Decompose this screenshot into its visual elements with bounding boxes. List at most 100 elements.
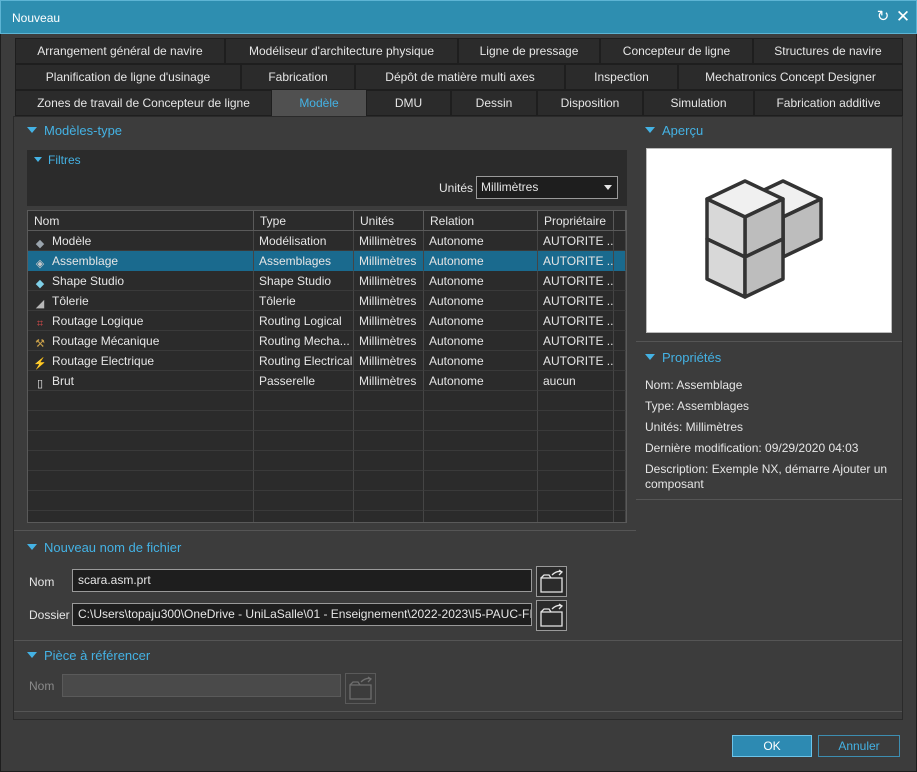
open-folder-icon: [540, 603, 564, 627]
reference-part-section-header[interactable]: Pièce à référencer: [27, 648, 150, 663]
table-row[interactable]: ⚡ Routage Electrique Routing Electrical Mil…: [28, 351, 626, 371]
tab-mechatronics[interactable]: Mechatronics Concept Designer: [678, 64, 903, 90]
property-description: Description: Exemple NX, démarre Ajouter…: [645, 462, 888, 491]
divider: [14, 711, 902, 712]
column-header-type[interactable]: Type: [254, 211, 354, 231]
sheet-metal-icon: ◢: [35, 298, 45, 310]
table-row[interactable]: ◈ Assemblage Assemblages Millimètres Autonom…: [28, 251, 626, 271]
empty-cell: [354, 431, 424, 451]
empty-cell: [254, 411, 354, 431]
reference-name-input[interactable]: [62, 674, 341, 697]
cell-type: Passerelle: [254, 371, 354, 391]
cell-name: ⌗ Routage Logique: [28, 311, 254, 331]
template-name: Modèle: [52, 234, 92, 248]
table-row[interactable]: ⌗ Routage Logique Routing Logical Millimètr…: [28, 311, 626, 331]
model-icon: ◆: [35, 238, 45, 250]
cell-units: Millimètres: [354, 351, 424, 371]
assembly-cubes-icon: [705, 179, 823, 299]
preview-section-header[interactable]: Aperçu: [645, 123, 703, 138]
empty-cell: [538, 471, 614, 491]
tab-zones-travail[interactable]: Zones de travail de Concepteur de ligne: [15, 90, 272, 116]
new-filename-section-header[interactable]: Nouveau nom de fichier: [27, 540, 181, 555]
divider: [636, 499, 902, 500]
empty-cell: [614, 391, 626, 411]
cell-owner: aucun: [538, 371, 614, 391]
tab-modele[interactable]: Modèle: [272, 90, 366, 116]
divider: [636, 341, 902, 342]
table-row[interactable]: ◆ Modèle Modélisation Millimètres Autonome AU…: [28, 231, 626, 251]
cell-relation: Autonome: [424, 231, 538, 251]
tab-inspection[interactable]: Inspection: [565, 64, 678, 90]
properties-section-header[interactable]: Propriétés: [645, 350, 721, 365]
ok-button[interactable]: OK: [732, 735, 812, 757]
tab-simulation[interactable]: Simulation: [643, 90, 754, 116]
template-name: Tôlerie: [52, 294, 89, 308]
empty-cell: [538, 511, 614, 522]
tab-dmu[interactable]: DMU: [366, 90, 451, 116]
browse-reference-button[interactable]: [345, 673, 376, 704]
filters-header[interactable]: Filtres: [34, 153, 81, 167]
empty-cell: [614, 431, 626, 451]
collapse-triangle-icon: [645, 354, 655, 360]
cell-units: Millimètres: [354, 271, 424, 291]
table-row[interactable]: ◢ Tôlerie Tôlerie Millimètres Autonome AUTORI…: [28, 291, 626, 311]
table-row[interactable]: ◆ Shape Studio Shape Studio Millimètres Auto…: [28, 271, 626, 291]
empty-cell: [28, 511, 254, 522]
cell-filler: [614, 291, 626, 311]
tab-disposition[interactable]: Disposition: [537, 90, 643, 116]
column-header-filler: [614, 211, 626, 231]
tab-ligne-pressage[interactable]: Ligne de pressage: [458, 38, 600, 64]
template-name: Routage Logique: [52, 314, 144, 328]
empty-cell: [28, 471, 254, 491]
cell-name: ⚒ Routage Mécanique: [28, 331, 254, 351]
tab-fabrication-additive[interactable]: Fabrication additive: [754, 90, 903, 116]
preview-heading: Aperçu: [662, 123, 704, 138]
tab-arrangement-general[interactable]: Arrangement général de navire: [15, 38, 225, 64]
tab-depot-matiere[interactable]: Dépôt de matière multi axes: [355, 64, 565, 90]
cell-name: ◆ Modèle: [28, 231, 254, 251]
reset-icon[interactable]: ↻: [875, 7, 891, 27]
tab-structures-navire[interactable]: Structures de navire: [753, 38, 903, 64]
filters-panel: Filtres Unités Millimètres: [27, 150, 627, 206]
table-row[interactable]: ⚒ Routage Mécanique Routing Mecha... Millim…: [28, 331, 626, 351]
browse-filename-button[interactable]: [536, 566, 567, 597]
folder-input[interactable]: C:\Users\topaju300\OneDrive - UniLaSalle…: [72, 603, 532, 626]
column-header-name[interactable]: Nom: [28, 211, 254, 231]
cell-owner: AUTORITE ...: [538, 271, 614, 291]
collapse-triangle-icon: [27, 652, 37, 658]
tab-planification-usinage[interactable]: Planification de ligne d'usinage: [15, 64, 241, 90]
table-row[interactable]: ▯ Brut Passerelle Millimètres Autonome aucun: [28, 371, 626, 391]
cell-units: Millimètres: [354, 371, 424, 391]
cell-name: ◈ Assemblage: [28, 251, 254, 271]
cell-filler: [614, 231, 626, 251]
empty-cell: [254, 491, 354, 511]
cell-type: Shape Studio: [254, 271, 354, 291]
column-header-units[interactable]: Unités: [354, 211, 424, 231]
filename-input[interactable]: scara.asm.prt: [72, 569, 532, 592]
tab-modeliseur-architecture[interactable]: Modéliseur d'architecture physique: [225, 38, 458, 64]
cancel-button[interactable]: Annuler: [818, 735, 900, 757]
close-icon[interactable]: ✕: [895, 7, 911, 27]
empty-cell: [538, 431, 614, 451]
shape-studio-icon: ◆: [35, 278, 45, 290]
collapse-triangle-icon: [34, 157, 42, 162]
tab-concepteur-ligne[interactable]: Concepteur de ligne: [600, 38, 753, 64]
dropdown-arrow-icon: [604, 185, 612, 190]
tab-fabrication[interactable]: Fabrication: [241, 64, 355, 90]
empty-cell: [424, 391, 538, 411]
template-name: Routage Electrique: [52, 354, 155, 368]
templates-section-header[interactable]: Modèles-type: [27, 123, 122, 138]
empty-cell: [28, 451, 254, 471]
tab-dessin[interactable]: Dessin: [451, 90, 537, 116]
column-header-owner[interactable]: Propriétaire: [538, 211, 614, 231]
browse-folder-button[interactable]: [536, 600, 567, 631]
cell-units: Millimètres: [354, 251, 424, 271]
collapse-triangle-icon: [27, 127, 37, 133]
empty-cell: [254, 451, 354, 471]
column-header-relation[interactable]: Relation: [424, 211, 538, 231]
units-dropdown[interactable]: Millimètres: [476, 176, 618, 199]
empty-table-row: [28, 471, 626, 491]
divider: [14, 530, 636, 531]
cell-owner: AUTORITE ...: [538, 291, 614, 311]
cell-filler: [614, 331, 626, 351]
